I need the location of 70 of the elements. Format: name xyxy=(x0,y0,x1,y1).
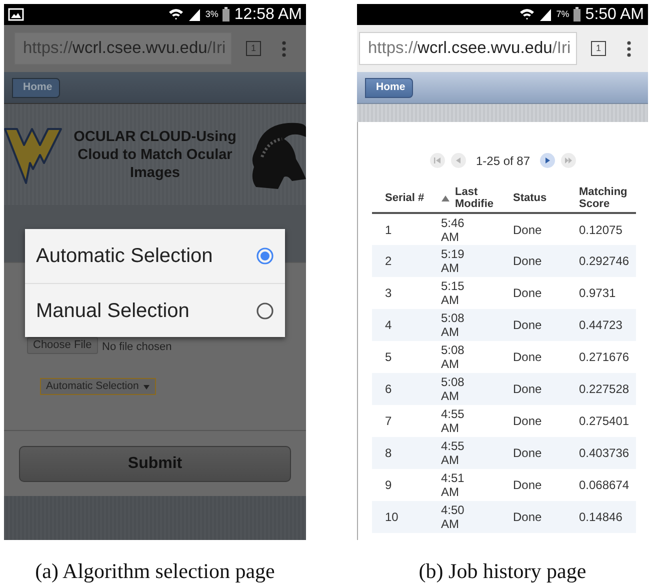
table-cell-text: 6 xyxy=(385,382,393,396)
figure-caption: (a) Algorithm selection page xyxy=(35,558,275,585)
home-button[interactable]: Home xyxy=(365,78,414,98)
table-cell-text: 5 xyxy=(385,350,393,364)
table-cell-text: Done xyxy=(513,318,543,332)
column-header[interactable]: Status xyxy=(513,192,547,204)
table-cell-text: 4:51 AM xyxy=(441,471,466,499)
table-cell-text: 0.275401 xyxy=(579,414,630,428)
battery-percent: 3% xyxy=(205,8,218,21)
wifi-icon xyxy=(519,7,536,22)
table-cell-text: 9 xyxy=(385,478,393,492)
clock-time: 5:50 AM xyxy=(585,6,644,22)
radio-button[interactable] xyxy=(256,247,274,265)
table-cell-text: 2 xyxy=(385,254,393,268)
battery-percent: 7% xyxy=(556,8,570,21)
table-cell-text: Done xyxy=(513,510,543,524)
table-cell-text: Done xyxy=(513,350,543,364)
table-cell-text: 1 xyxy=(385,222,393,236)
table-cell-text: 4:55 AM xyxy=(441,407,466,435)
table-cell-text: 5:15 AM xyxy=(441,279,466,307)
table-cell-text: 0.403736 xyxy=(579,446,630,460)
table-cell-text: 5:19 AM xyxy=(441,247,466,275)
table-cell-text: 5:08 AM xyxy=(441,311,466,339)
column-header[interactable]: Matching Score xyxy=(579,186,635,210)
clock-time: 12:58 AM xyxy=(234,6,302,22)
table-cell-text: 0.14846 xyxy=(579,510,624,524)
figure-caption: (b) Job history page xyxy=(418,558,586,585)
table-cell-text: 5:08 AM xyxy=(441,343,466,371)
table-cell-text: 0.271676 xyxy=(579,350,630,364)
signal-icon xyxy=(188,8,202,21)
table-cell-text: 4 xyxy=(385,318,393,332)
menu-icon[interactable] xyxy=(626,40,632,56)
page-range: 1-25 of 87 xyxy=(476,152,530,170)
table-cell-text: 4:55 AM xyxy=(441,439,466,467)
table-cell-text: 5:46 AM xyxy=(441,216,466,244)
table-cell-text: 0.9731 xyxy=(579,286,617,300)
table-cell-text: 0.227528 xyxy=(579,382,630,396)
table-cell-text: 10 xyxy=(385,510,400,524)
table-cell-text: 4:50 AM xyxy=(441,503,466,531)
table-cell-text: Done xyxy=(513,286,543,300)
table-cell-text: Done xyxy=(513,254,543,268)
table-cell-text: Done xyxy=(513,478,543,492)
column-header[interactable]: Serial # xyxy=(385,192,424,204)
battery-icon xyxy=(573,7,582,22)
battery-icon xyxy=(222,7,230,22)
table-cell-text: Done xyxy=(513,414,543,428)
table-cell-text: 0.12075 xyxy=(579,222,624,236)
page-title: OCULAR CLOUD-Using Cloud to Match Ocular Images xyxy=(72,128,238,182)
dialog-option[interactable]: Manual Selection xyxy=(25,283,285,337)
table-cell-text: 0.44723 xyxy=(579,318,624,332)
next-page-button[interactable] xyxy=(540,153,556,168)
table-cell-text: 7 xyxy=(385,414,393,428)
wifi-icon xyxy=(168,7,184,22)
tab-count-button[interactable]: 1 xyxy=(591,41,606,56)
table-cell-text: Done xyxy=(513,382,543,396)
table-cell-text: 0.068674 xyxy=(579,478,630,492)
table-cell-text: Done xyxy=(513,446,543,460)
table-cell-text: Done xyxy=(513,222,543,236)
table-cell-text: 8 xyxy=(385,446,393,460)
picture-notification-icon xyxy=(8,8,24,21)
table-cell-text: 0.292746 xyxy=(579,254,630,268)
url-field[interactable]: https://wcrl.csee.wvu.edu/Iri xyxy=(359,32,577,65)
radio-button[interactable] xyxy=(256,302,274,320)
dialog-option[interactable]: Automatic Selection xyxy=(25,229,285,283)
caret-icon xyxy=(142,384,150,390)
signal-icon xyxy=(539,8,552,21)
file-status: No file chosen xyxy=(102,340,172,355)
table-cell-text: 5:08 AM xyxy=(441,375,466,403)
column-header[interactable]: Last Modifie xyxy=(455,186,511,210)
table-cell-text: 3 xyxy=(385,286,393,300)
